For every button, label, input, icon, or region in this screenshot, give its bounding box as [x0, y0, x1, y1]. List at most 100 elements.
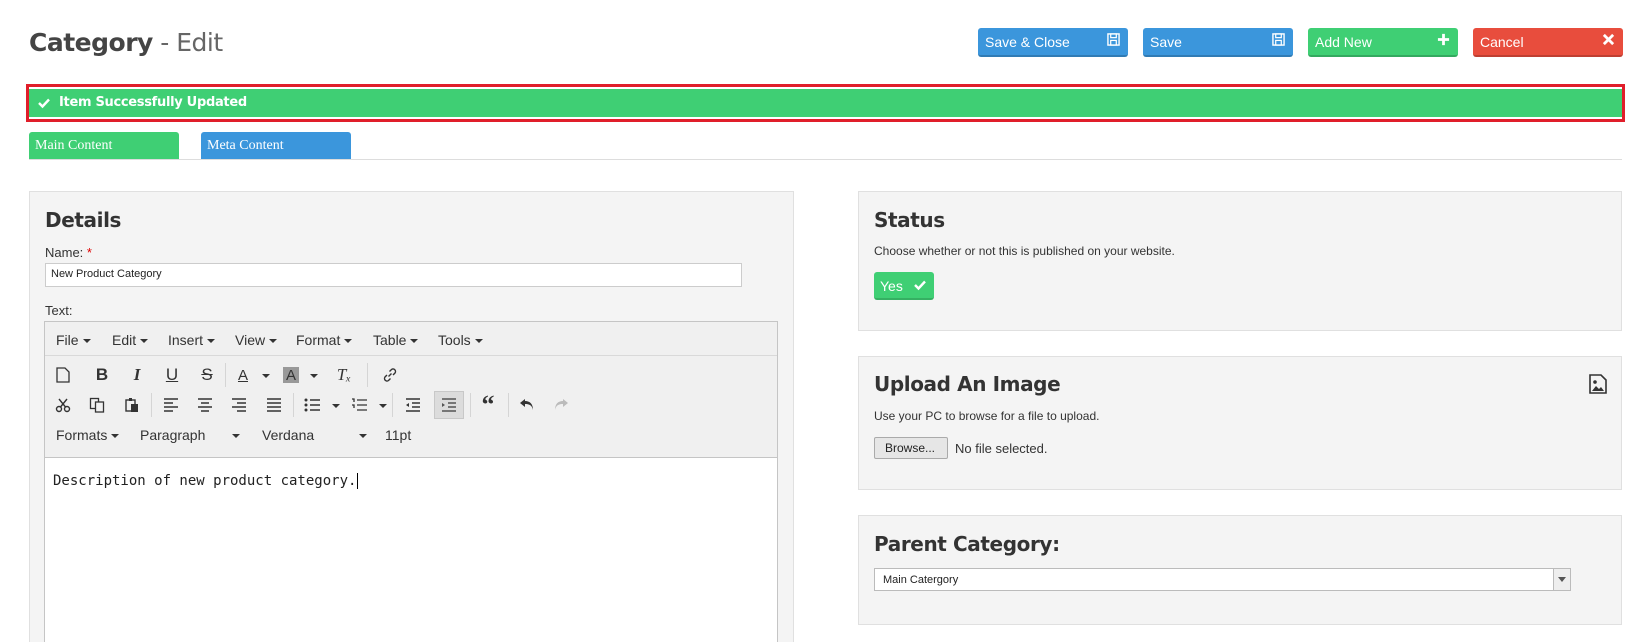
text-cursor [357, 473, 359, 489]
menu-table[interactable]: Table [373, 332, 419, 348]
status-panel: Status Choose whether or not this is pub… [858, 191, 1622, 331]
numbered-list-icon[interactable] [347, 393, 371, 417]
background-color-icon[interactable]: A [283, 367, 299, 384]
menu-label: File [56, 332, 79, 348]
upload-panel: Upload An Image Use your PC to browse fo… [858, 356, 1622, 490]
font-size-dropdown[interactable]: 11pt [385, 427, 411, 443]
chevron-down-icon [1553, 569, 1570, 590]
formats-dropdown[interactable]: Formats [56, 427, 120, 443]
status-description: Choose whether or not this is published … [874, 244, 1175, 258]
copy-icon[interactable] [85, 393, 109, 417]
tab-main-content[interactable]: Main Content [29, 132, 179, 160]
tab-label: Main Content [35, 138, 113, 153]
new-document-icon[interactable] [51, 363, 75, 387]
chevron-down-icon [474, 339, 483, 344]
chevron-down-icon [82, 339, 91, 344]
parent-category-heading: Parent Category: [874, 532, 1060, 556]
cut-icon[interactable] [51, 393, 75, 417]
chevron-down-icon [410, 339, 419, 344]
save-label: Save [1150, 34, 1182, 50]
cancel-button[interactable]: Cancel [1473, 28, 1623, 57]
menu-format[interactable]: Format [296, 332, 353, 348]
parent-category-select[interactable]: Main Catergory [874, 568, 1571, 591]
redo-icon[interactable] [549, 393, 573, 417]
chevron-down-icon [344, 339, 353, 344]
clear-formatting-icon[interactable]: Tₓ [332, 363, 356, 387]
name-field[interactable]: New Product Category [45, 263, 742, 287]
toolbar-separator [225, 363, 226, 387]
align-justify-icon[interactable] [262, 393, 286, 417]
plus-icon [1437, 33, 1450, 46]
required-marker: * [86, 245, 92, 260]
browse-button[interactable]: Browse... [874, 437, 948, 459]
publish-toggle-label: Yes [880, 278, 903, 294]
tab-meta-content[interactable]: Meta Content [201, 132, 351, 160]
cancel-label: Cancel [1480, 34, 1524, 50]
menu-tools[interactable]: Tools [438, 332, 483, 348]
check-icon [914, 280, 926, 291]
text-color-icon[interactable]: A [231, 363, 255, 387]
floppy-disk-icon [1272, 33, 1285, 46]
page-title-main: Category [29, 28, 153, 57]
block-format-dropdown[interactable]: Paragraph [140, 427, 240, 443]
underline-icon[interactable]: U [160, 363, 184, 387]
menu-view[interactable]: View [235, 332, 278, 348]
close-icon [1602, 33, 1615, 46]
editor-content-text: Description of new product category. [53, 473, 357, 489]
bullet-list-icon[interactable] [300, 393, 324, 417]
strikethrough-icon[interactable]: S [195, 363, 219, 387]
toolbar-separator [151, 393, 152, 417]
tab-label: Meta Content [207, 138, 284, 153]
toolbar-separator [470, 393, 471, 417]
image-icon [1589, 374, 1607, 394]
toolbar-separator [508, 393, 509, 417]
align-right-icon[interactable] [227, 393, 251, 417]
align-center-icon[interactable] [193, 393, 217, 417]
file-status-text: No file selected. [955, 441, 1048, 456]
blockquote-icon[interactable]: “ [476, 390, 500, 419]
toolbar-separator [392, 393, 393, 417]
chevron-down-icon[interactable] [310, 374, 318, 378]
font-family-dropdown[interactable]: Verdana [262, 427, 367, 443]
chevron-down-icon [232, 434, 240, 438]
chevron-down-icon[interactable] [332, 404, 340, 408]
paste-icon[interactable] [120, 393, 144, 417]
block-format-label: Paragraph [140, 427, 206, 443]
save-button[interactable]: Save [1143, 28, 1293, 57]
toolbar-separator [293, 393, 294, 417]
menu-edit[interactable]: Edit [112, 332, 149, 348]
check-icon [38, 98, 50, 109]
add-new-button[interactable]: Add New [1308, 28, 1458, 57]
outdent-icon[interactable] [401, 393, 425, 417]
indent-icon[interactable] [434, 391, 464, 419]
undo-icon[interactable] [515, 393, 539, 417]
publish-toggle-button[interactable]: Yes [874, 272, 934, 300]
add-new-label: Add New [1315, 34, 1372, 50]
chevron-down-icon[interactable] [379, 404, 387, 408]
parent-category-selected: Main Catergory [883, 574, 959, 586]
align-left-icon[interactable] [159, 393, 183, 417]
upload-description: Use your PC to browse for a file to uplo… [874, 409, 1100, 423]
editor-menubar: File Edit Insert View Format Table Tools [45, 322, 777, 356]
upload-heading: Upload An Image [874, 372, 1061, 396]
page-title-sub: - Edit [160, 28, 223, 57]
name-label-text: Name: [45, 245, 84, 260]
menu-insert[interactable]: Insert [168, 332, 216, 348]
italic-icon[interactable]: I [125, 363, 149, 387]
chevron-down-icon [207, 339, 216, 344]
bold-icon[interactable]: B [90, 363, 114, 387]
menu-file[interactable]: File [56, 332, 91, 348]
editor-content-area[interactable]: Description of new product category. [45, 457, 777, 642]
alert-message: Item Successfully Updated [59, 95, 247, 110]
status-heading: Status [874, 208, 945, 232]
success-alert: Item Successfully Updated [29, 89, 1622, 117]
chevron-down-icon [140, 339, 149, 344]
link-icon[interactable] [378, 363, 402, 387]
chevron-down-icon [359, 434, 367, 438]
tab-divider [29, 159, 1622, 160]
floppy-disk-icon [1107, 33, 1120, 46]
name-label: Name: * [45, 245, 92, 260]
save-close-button[interactable]: Save & Close [978, 28, 1128, 57]
chevron-down-icon [269, 339, 278, 344]
chevron-down-icon[interactable] [262, 374, 270, 378]
